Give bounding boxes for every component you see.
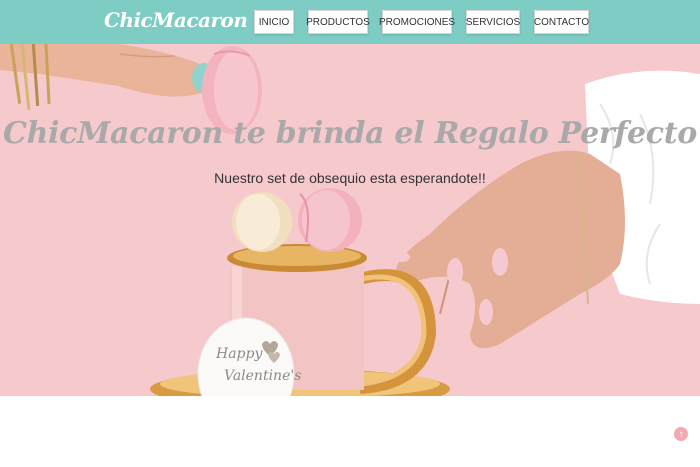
nav-item-contacto[interactable]: CONTACTO [534, 10, 589, 34]
arrow-up-icon: ↑ [678, 428, 684, 440]
nav-item-inicio[interactable]: INICIO [254, 10, 294, 34]
hero-banner: ChicMacaron te brinda el Regalo Perfecto… [0, 44, 700, 396]
nav-item-productos[interactable]: PRODUCTOS [306, 10, 370, 34]
card-text-happy: Happy [216, 346, 263, 362]
hero-headline: ChicMacaron te brinda el Regalo Perfecto [3, 116, 697, 151]
top-navbar: ChicMacaron INICIO PRODUCTOS PROMOCIONES… [0, 0, 700, 44]
nav-item-servicios[interactable]: SERVICIOS [466, 10, 520, 34]
hero-subline: Nuestro set de obsequio esta esperandote… [214, 170, 486, 186]
scroll-to-top-button[interactable]: ↑ [674, 427, 688, 441]
brand-logo[interactable]: ChicMacaron [104, 8, 248, 32]
nav-item-promociones[interactable]: PROMOCIONES [379, 10, 455, 34]
card-text-valentines: Valentine's [224, 368, 302, 384]
hero-illustration [0, 44, 700, 396]
